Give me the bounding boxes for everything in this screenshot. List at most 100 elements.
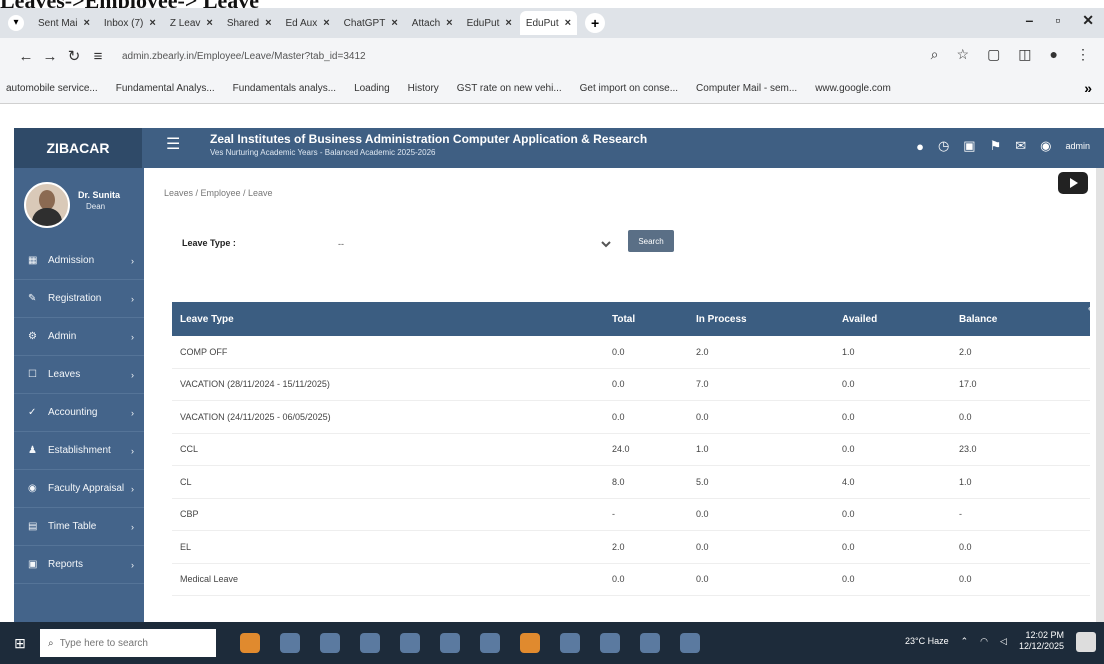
files-app-icon[interactable] xyxy=(440,633,460,653)
search-button[interactable]: Search xyxy=(628,230,674,252)
avatar-head-shape xyxy=(39,190,55,210)
sidebar-item-reports[interactable]: ▣ Reports › xyxy=(14,546,144,584)
minimize-icon[interactable]: – xyxy=(1026,12,1034,29)
tab-close-icon[interactable]: × xyxy=(149,17,155,29)
tab-close-icon[interactable]: × xyxy=(323,17,329,29)
table-cell: 0.0 xyxy=(696,509,709,520)
bookmark-item[interactable]: Fundamentals analys... xyxy=(233,83,336,94)
bookmark-item[interactable]: Loading xyxy=(354,83,390,94)
chrome-app-icon[interactable] xyxy=(640,633,660,653)
leave-type-select[interactable]: -- xyxy=(334,236,614,252)
browser-tab[interactable]: Z Leav × xyxy=(164,11,219,35)
taskbar-search-input[interactable] xyxy=(59,637,200,649)
browser-app-icon[interactable] xyxy=(320,633,340,653)
sidebar-item-admission[interactable]: ▦ Admission › xyxy=(14,242,144,280)
sidebar-item-leaves[interactable]: ☐ Leaves › xyxy=(14,356,144,394)
tray-chevron-icon[interactable]: ⌃ xyxy=(961,636,969,647)
bookmark-item[interactable]: Computer Mail - sem... xyxy=(696,83,797,94)
user-avatar-icon[interactable]: ◉ xyxy=(1040,138,1051,154)
tab-close-icon[interactable]: × xyxy=(565,17,571,29)
windows-start-icon[interactable]: ⊞ xyxy=(0,622,40,664)
browser-tab[interactable]: Inbox (7) × xyxy=(98,11,162,35)
export-icon[interactable]: ✎ xyxy=(1088,306,1096,317)
header-user-name[interactable]: admin xyxy=(1065,141,1090,151)
notification-center-icon[interactable] xyxy=(1076,632,1096,652)
sidebar-menu: ▦ Admission › ✎ Registration › ⚙ Admin › ☐ Leaves ›… xyxy=(14,242,144,584)
app-header: ZIBACAR ☰ Zeal Institutes of Business Ad… xyxy=(14,128,1104,168)
tab-close-icon[interactable]: × xyxy=(391,17,397,29)
sidebar-item-accounting[interactable]: ✓ Accounting › xyxy=(14,394,144,432)
chat-app-icon[interactable] xyxy=(600,633,620,653)
table-cell: COMP OFF xyxy=(180,346,228,357)
tab-close-icon[interactable]: × xyxy=(505,17,511,29)
page-scrollbar[interactable] xyxy=(1096,168,1104,622)
reload-icon[interactable]: ↻ xyxy=(62,47,86,65)
task-view-icon[interactable] xyxy=(280,633,300,653)
mail-icon[interactable]: ✉ xyxy=(1015,138,1026,154)
browser-tab[interactable]: Sent Mai × xyxy=(32,11,96,35)
bookmark-item[interactable]: Get import on conse... xyxy=(580,83,678,94)
bookmark-item[interactable]: automobile service... xyxy=(6,83,98,94)
tab-close-icon[interactable]: × xyxy=(265,17,271,29)
bookmark-item[interactable]: Fundamental Analys... xyxy=(116,83,215,94)
office-app-icon[interactable] xyxy=(520,633,540,653)
site-info-icon[interactable]: ≡ xyxy=(86,48,110,65)
tab-close-icon[interactable]: × xyxy=(83,17,89,29)
bookmark-item[interactable]: History xyxy=(408,83,439,94)
forward-arrow-icon[interactable]: → xyxy=(38,48,62,65)
taskbar-app-icon[interactable] xyxy=(240,633,260,653)
wifi-icon[interactable]: ◠ xyxy=(980,636,988,647)
clock-icon[interactable]: ◷ xyxy=(938,138,949,154)
other-app-icon[interactable] xyxy=(680,633,700,653)
sidebar-toggle-icon[interactable]: ◫ xyxy=(1018,46,1031,63)
table-cell: 0.0 xyxy=(842,509,855,520)
browser-tab[interactable]: Shared × xyxy=(221,11,278,35)
tab-list: Sent Mai × Inbox (7) × Z Leav × Shared × Ed Aux ×… xyxy=(32,11,579,35)
table-cell: 2.0 xyxy=(959,346,972,357)
more-bookmarks-icon[interactable]: » xyxy=(1084,80,1092,96)
bookmark-item[interactable]: www.google.com xyxy=(815,83,891,94)
taskbar-search[interactable]: ⌕ xyxy=(40,629,216,657)
system-clock[interactable]: 12:02 PM 12/12/2025 xyxy=(1019,630,1064,652)
excel-app-icon[interactable] xyxy=(560,633,580,653)
tab-close-icon[interactable]: × xyxy=(446,17,452,29)
chat-icon[interactable]: ▣ xyxy=(963,138,975,154)
sidebar-item-registration[interactable]: ✎ Registration › xyxy=(14,280,144,318)
table-cell: 0.0 xyxy=(959,541,972,552)
url-field[interactable]: admin.zbearly.in/Employee/Leave/Master?t… xyxy=(122,51,366,62)
browser-tab[interactable]: EduPut × xyxy=(461,11,518,35)
profile-role: Dean xyxy=(86,202,106,211)
maximize-icon[interactable]: ▫ xyxy=(1055,12,1060,29)
sidebar-item-faculty-appraisal[interactable]: ◉ Faculty Appraisal › xyxy=(14,470,144,508)
tab-search-icon[interactable]: ▾ xyxy=(8,15,24,31)
profile-icon[interactable]: ● xyxy=(1050,46,1058,63)
browser-tab[interactable]: Ed Aux × xyxy=(280,11,336,35)
back-arrow-icon[interactable]: ← xyxy=(14,48,38,65)
sidebar-item-admin[interactable]: ⚙ Admin › xyxy=(14,318,144,356)
flag-icon[interactable]: ⚑ xyxy=(990,138,1002,154)
browser-tab[interactable]: Attach × xyxy=(406,11,459,35)
notification-icon[interactable]: ● xyxy=(916,139,924,154)
tab-close-icon[interactable]: × xyxy=(206,17,212,29)
bookmark-star-icon[interactable]: ☆ xyxy=(957,46,970,63)
zoom-icon[interactable]: ⌕ xyxy=(931,46,939,63)
sidebar-item-time-table[interactable]: ▤ Time Table › xyxy=(14,508,144,546)
extensions-icon[interactable]: ▢ xyxy=(987,46,1000,63)
browser-tab[interactable]: ChatGPT × xyxy=(338,11,404,35)
store-app-icon[interactable] xyxy=(400,633,420,653)
weather-widget[interactable]: 23°C Haze xyxy=(905,636,949,646)
media-app-icon[interactable] xyxy=(480,633,500,653)
table-cell: CCL xyxy=(180,444,199,455)
mail-app-icon[interactable] xyxy=(360,633,380,653)
browser-tab[interactable]: EduPut × xyxy=(519,11,578,35)
new-tab-button[interactable]: + xyxy=(585,13,606,33)
hamburger-menu-icon[interactable]: ☰ xyxy=(166,134,180,154)
bookmark-item[interactable]: GST rate on new vehi... xyxy=(457,83,562,94)
browser-menu-icon[interactable]: ⋮ xyxy=(1076,46,1090,63)
column-header: Leave Type xyxy=(180,313,234,325)
video-tutorial-icon[interactable] xyxy=(1058,172,1088,194)
avatar xyxy=(24,182,70,228)
sidebar-item-establishment[interactable]: ♟ Establishment › xyxy=(14,432,144,470)
volume-icon[interactable]: ◁ xyxy=(1000,636,1007,647)
close-window-icon[interactable]: ✕ xyxy=(1082,12,1094,29)
